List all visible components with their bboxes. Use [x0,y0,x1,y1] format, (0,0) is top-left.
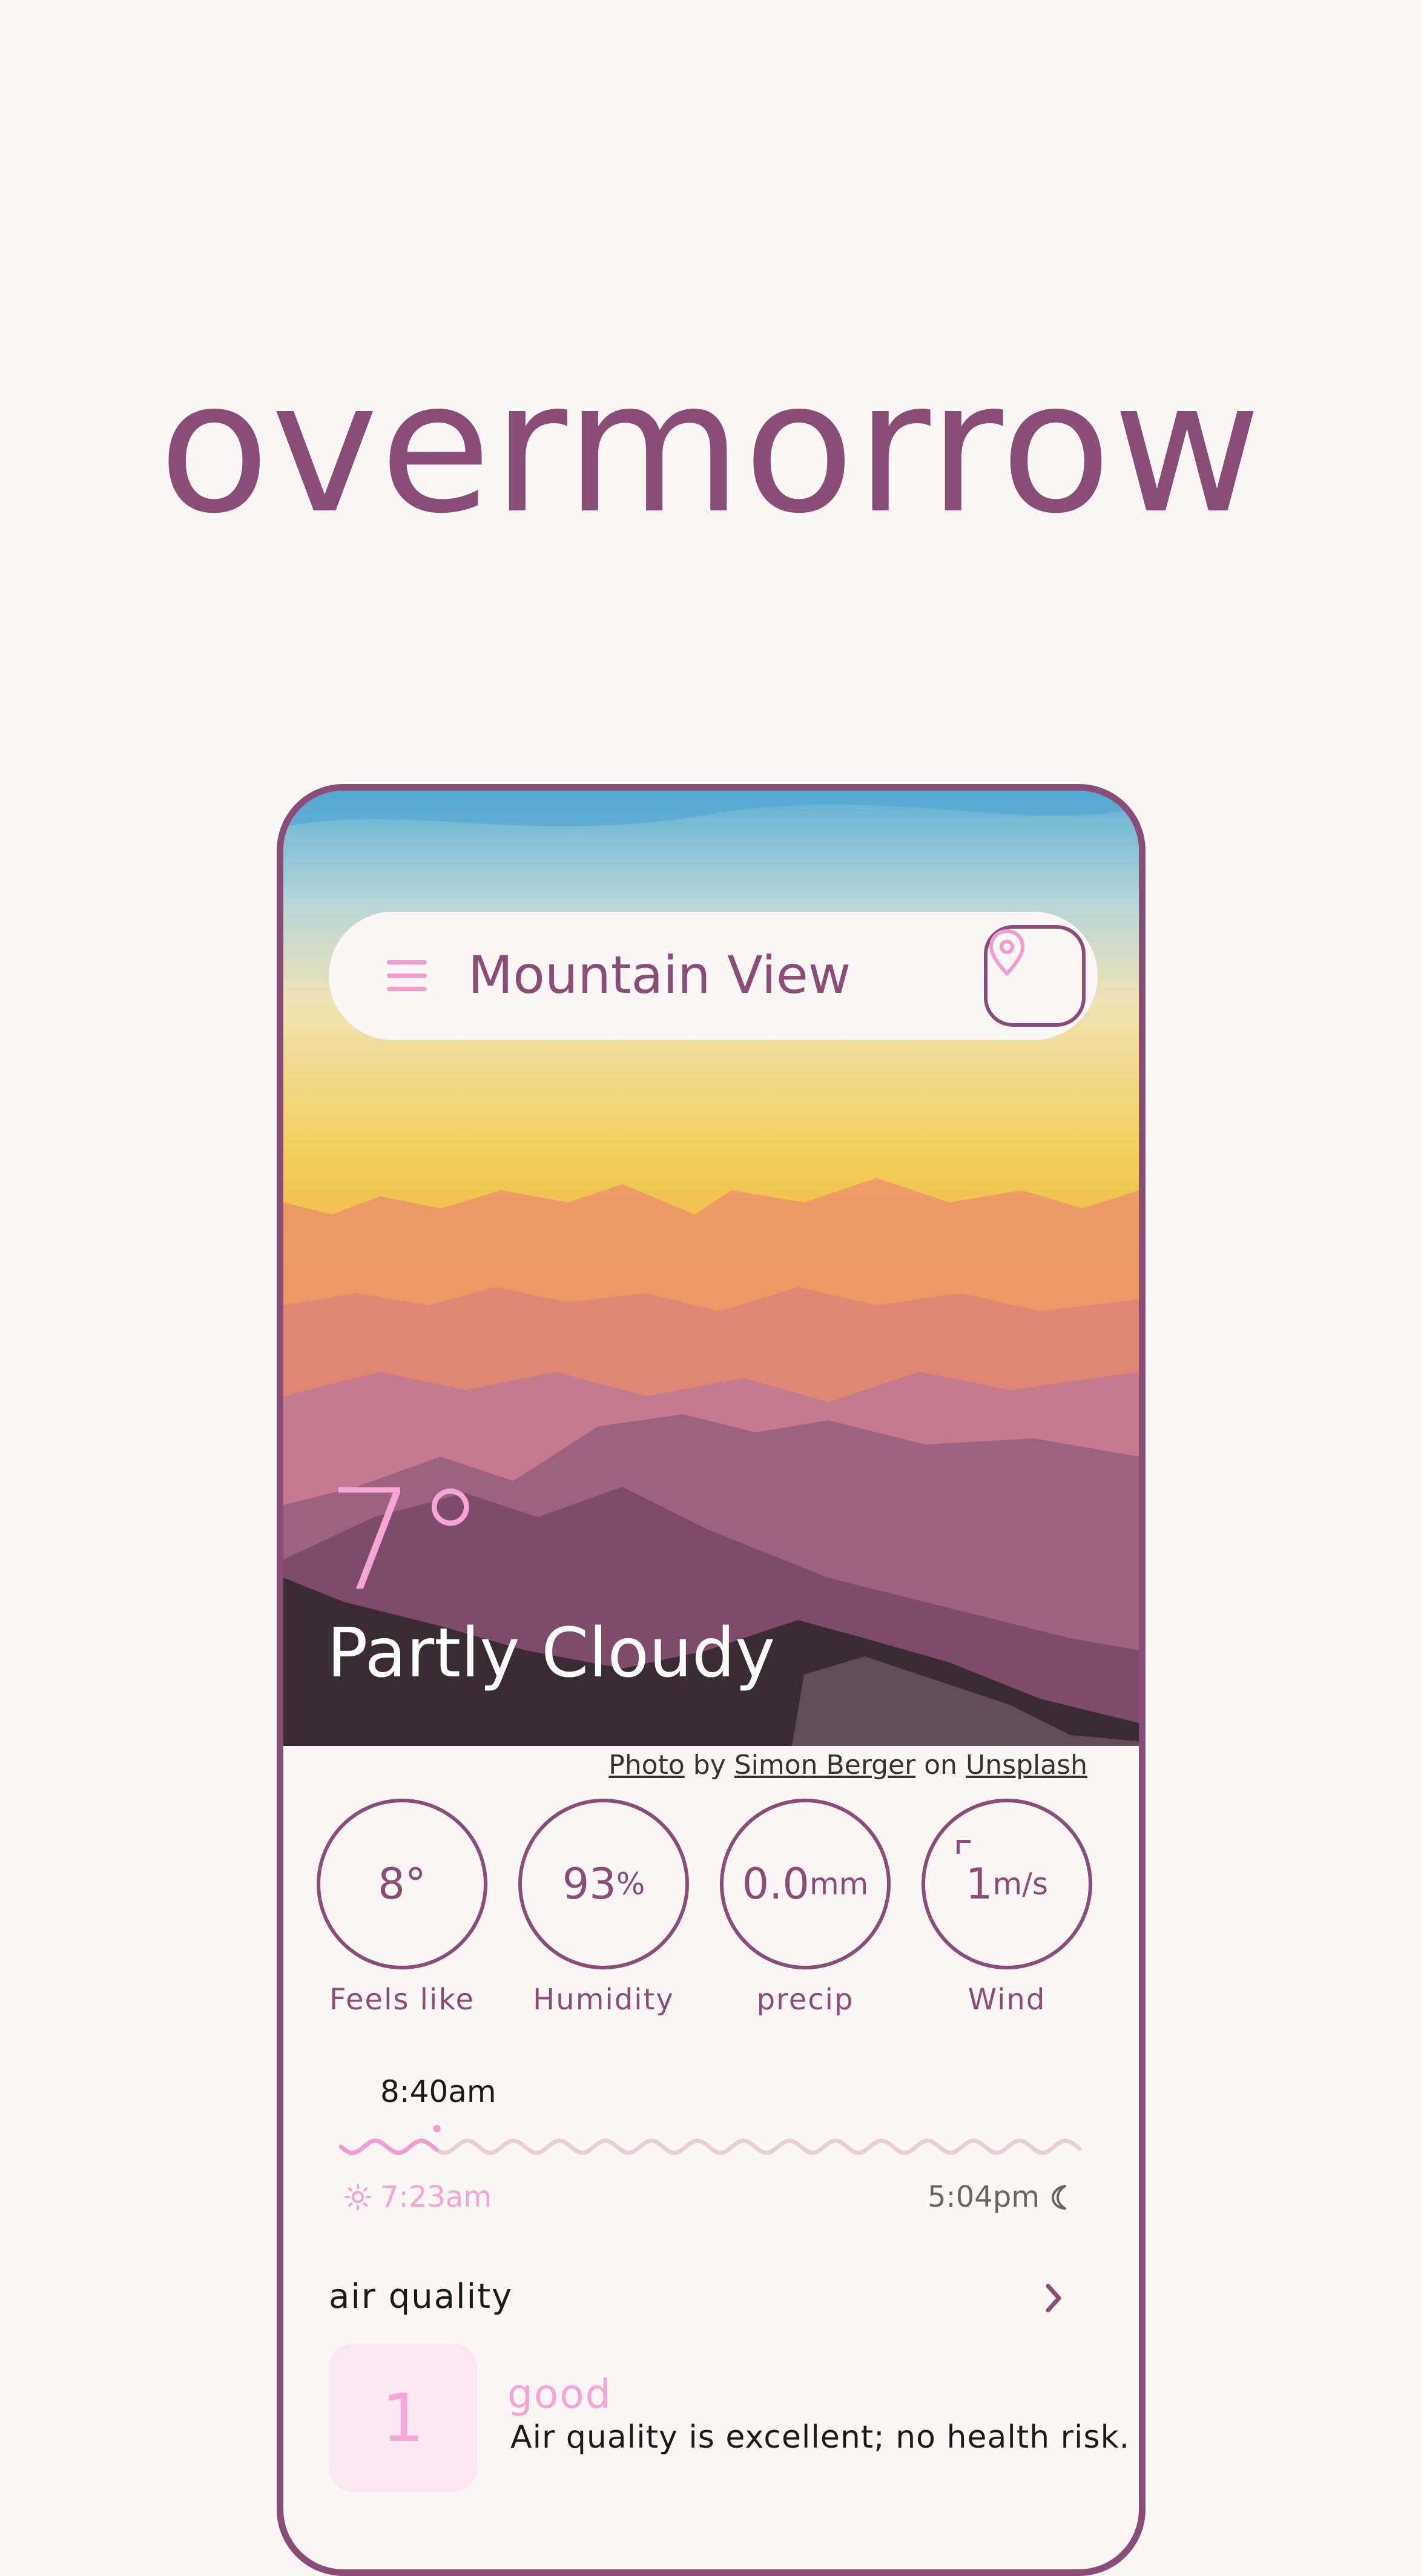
stat-value: 0.0 [742,1859,809,1909]
source-link[interactable]: Unsplash [966,1750,1087,1780]
air-quality-description: Air quality is excellent; no health risk… [510,2419,1130,2456]
location-pin-icon [989,929,1025,977]
stat-label: precip [756,1983,854,2017]
stat-feels-like: 8° Feels like [317,1799,487,2017]
city-name[interactable]: Mountain View [468,942,851,1009]
sunset-time: 5:04pm [927,2180,1040,2214]
menu-icon[interactable] [387,960,429,993]
search-bar[interactable]: Mountain View [329,912,1098,1040]
photo-link[interactable]: Photo [608,1750,685,1780]
sunset: 5:04pm [928,2180,1072,2214]
author-link[interactable]: Simon Berger [734,1750,915,1780]
wave-marker [433,2125,441,2132]
stat-precip: 0.0 mm precip [720,1799,891,2017]
air-quality-index: 1 [329,2344,477,2492]
location-button[interactable] [984,925,1086,1027]
stats-row: 8° Feels like 93% Humidity 0.0 mm precip … [317,1799,1116,2029]
stat-value: 93 [562,1859,616,1909]
stat-unit: mm [809,1866,869,1902]
stat-circle: 93% [518,1799,689,1969]
stat-circle: 1 m/s [922,1799,1092,1969]
stat-label: Feels like [329,1983,475,2017]
current-time: 8:40am [380,2074,496,2109]
phone-frame: Mountain View 7° Partly Cloudy Photo by … [277,784,1146,2576]
credit-on: on [924,1750,958,1780]
current-temperature: 7° [327,1460,486,1622]
sunrise-time: 7:23am [380,2180,492,2214]
stat-wind: 1 m/s Wind [922,1799,1092,2017]
stat-value: 8° [378,1859,426,1909]
chevron-right-icon[interactable] [1042,2280,1066,2316]
photo-credit: Photo by Simon Berger on Unsplash [608,1747,1087,1784]
wave-progress [338,2138,439,2155]
stat-circle: 0.0 mm [720,1799,891,1969]
sunrise: 7:23am [344,2180,492,2214]
stat-value: 1 [965,1859,993,1909]
app-logo: overmorrow [158,342,1263,553]
stat-humidity: 93% Humidity [518,1799,689,2017]
sun-icon [345,2184,371,2210]
current-condition: Partly Cloudy [327,1614,776,1693]
day-progress-wave [338,2125,1082,2155]
stat-circle: 8° [317,1799,487,1969]
moon-icon [1052,2185,1066,2210]
stat-label: Humidity [533,1983,674,2017]
credit-by: by [693,1750,726,1780]
wind-direction-icon [957,1840,971,1854]
air-quality-title: air quality [329,2277,513,2316]
stat-label: Wind [968,1983,1046,2017]
stat-unit: m/s [992,1866,1049,1902]
stat-unit: % [616,1866,645,1902]
air-quality-level: good [507,2371,612,2417]
wave-track [338,2138,1082,2155]
hero-image: Mountain View 7° Partly Cloudy [283,791,1139,1746]
